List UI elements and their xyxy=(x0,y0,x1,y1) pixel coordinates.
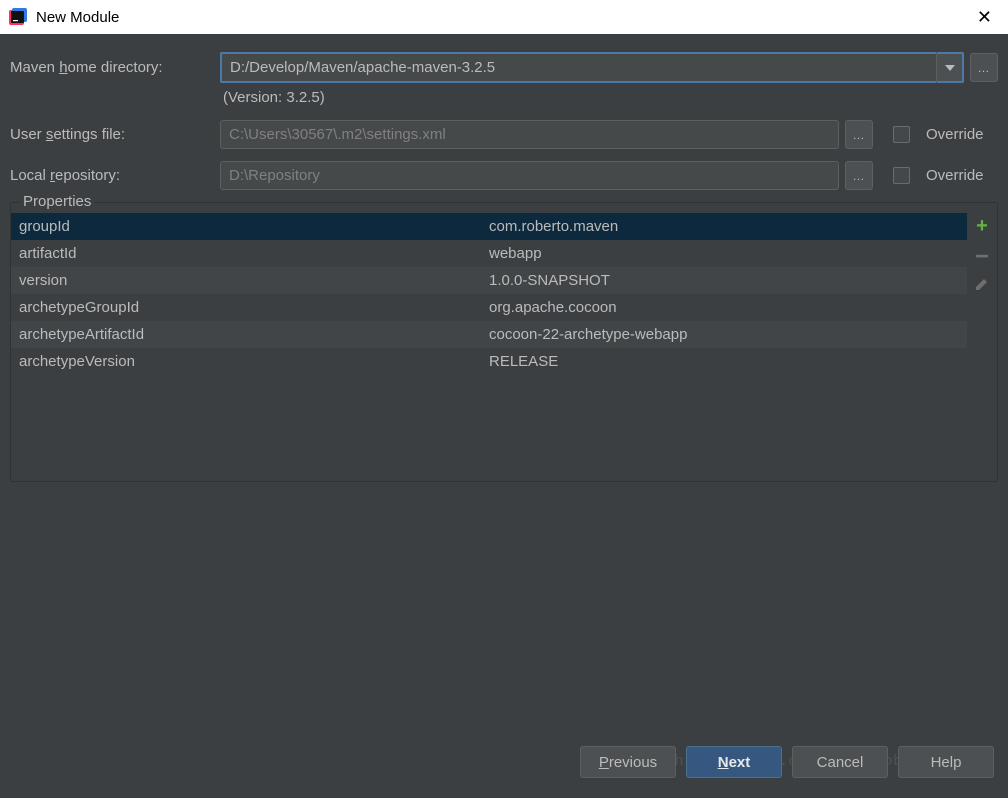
local-repo-override-checkbox[interactable] xyxy=(893,167,910,184)
table-row[interactable]: version 1.0.0-SNAPSHOT xyxy=(11,267,967,294)
app-icon xyxy=(8,7,28,27)
maven-home-dropdown[interactable] xyxy=(936,52,964,83)
local-repo-row: Local repository: … Override xyxy=(10,161,998,190)
titlebar: New Module ✕ xyxy=(0,0,1008,34)
user-settings-override-label: Override xyxy=(926,126,998,143)
next-button[interactable]: Next xyxy=(686,746,782,778)
table-row[interactable]: artifactId webapp xyxy=(11,240,967,267)
close-icon[interactable]: ✕ xyxy=(969,7,1000,28)
prop-key: archetypeGroupId xyxy=(19,299,489,316)
window-title: New Module xyxy=(36,9,969,26)
local-repo-label: Local repository: xyxy=(10,167,210,184)
previous-button[interactable]: Previous xyxy=(580,746,676,778)
prop-val: com.roberto.maven xyxy=(489,218,959,235)
user-settings-row: User settings file: … Override xyxy=(10,120,998,149)
prop-key: artifactId xyxy=(19,245,489,262)
maven-home-input[interactable] xyxy=(220,52,936,83)
prop-val: RELEASE xyxy=(489,353,959,370)
local-repo-input[interactable] xyxy=(220,161,839,190)
local-repo-override-label: Override xyxy=(926,167,998,184)
maven-home-label: Maven home directory: xyxy=(10,59,210,76)
properties-table[interactable]: groupId com.roberto.maven artifactId web… xyxy=(11,203,967,481)
properties-toolbar: + − xyxy=(967,203,997,481)
prop-val: 1.0.0-SNAPSHOT xyxy=(489,272,959,289)
prop-key: archetypeArtifactId xyxy=(19,326,489,343)
prop-key: groupId xyxy=(19,218,489,235)
user-settings-input[interactable] xyxy=(220,120,839,149)
chevron-down-icon xyxy=(945,65,955,71)
add-icon[interactable]: + xyxy=(976,215,988,238)
table-row[interactable]: archetypeGroupId org.apache.cocoon xyxy=(11,294,967,321)
properties-panel: Properties groupId com.roberto.maven art… xyxy=(10,202,998,482)
properties-header: Properties xyxy=(19,193,95,210)
table-row[interactable]: groupId com.roberto.maven xyxy=(11,213,967,240)
cancel-button[interactable]: Cancel xyxy=(792,746,888,778)
local-repo-browse-button[interactable]: … xyxy=(845,161,873,190)
prop-key: version xyxy=(19,272,489,289)
maven-version-label: (Version: 3.2.5) xyxy=(10,89,998,106)
table-row[interactable]: archetypeArtifactId cocoon-22-archetype-… xyxy=(11,321,967,348)
table-row[interactable]: archetypeVersion RELEASE xyxy=(11,348,967,375)
maven-home-row: Maven home directory: … xyxy=(10,52,998,83)
user-settings-override-checkbox[interactable] xyxy=(893,126,910,143)
prop-val: webapp xyxy=(489,245,959,262)
prop-val: cocoon-22-archetype-webapp xyxy=(489,326,959,343)
user-settings-label: User settings file: xyxy=(10,126,210,143)
user-settings-browse-button[interactable]: … xyxy=(845,120,873,149)
help-button[interactable]: Help xyxy=(898,746,994,778)
button-bar: Previous Next Cancel Help xyxy=(580,746,994,778)
remove-icon[interactable]: − xyxy=(975,250,989,264)
dialog-content: Maven home directory: … (Version: 3.2.5)… xyxy=(0,34,1008,482)
maven-home-browse-button[interactable]: … xyxy=(970,53,998,82)
edit-icon[interactable] xyxy=(974,276,990,297)
prop-key: archetypeVersion xyxy=(19,353,489,370)
prop-val: org.apache.cocoon xyxy=(489,299,959,316)
